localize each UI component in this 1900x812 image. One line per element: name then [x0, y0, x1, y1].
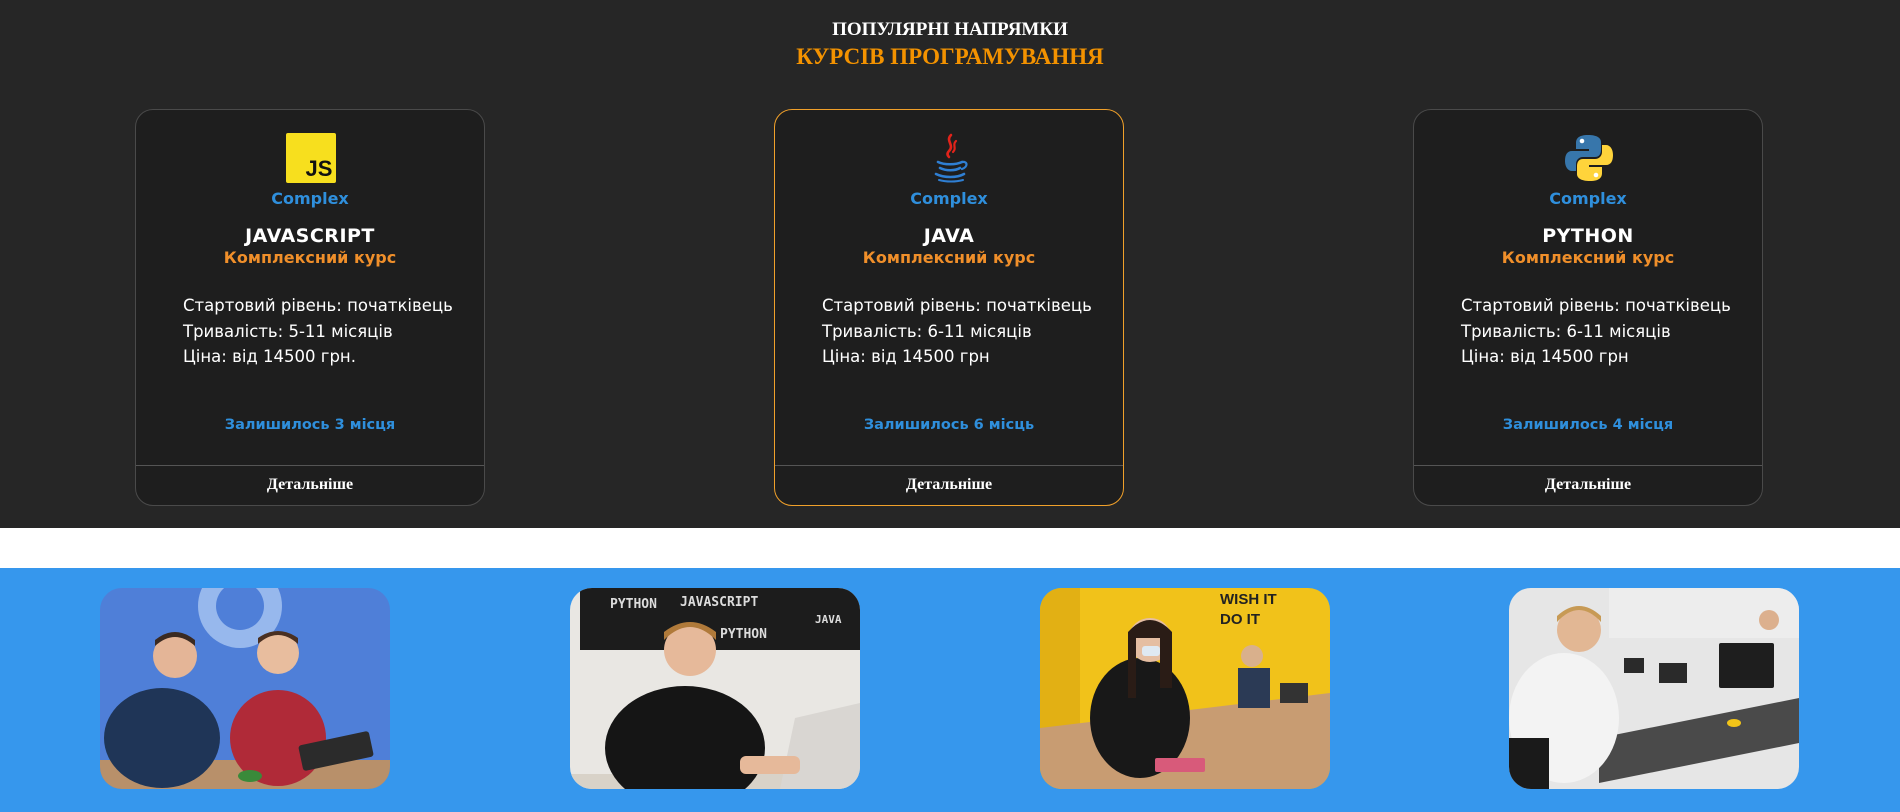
- photo-strip: PYTHON JAVASCRIPT PYTHON JAVA WISH IT DO…: [0, 568, 1900, 812]
- course-level: Стартовий рівень: початківець: [183, 296, 453, 315]
- course-duration: Тривалість: 6-11 місяців: [822, 321, 1032, 341]
- course-card-java[interactable]: Complex JAVA Комплексний курс Стартовий …: [774, 109, 1124, 506]
- course-title: JAVA: [923, 225, 975, 247]
- svg-text:WISH IT: WISH IT: [1220, 591, 1277, 608]
- course-title: PYTHON: [1542, 225, 1634, 247]
- seats-left: Залишилось 6 місць: [863, 417, 1035, 433]
- details-button[interactable]: Детальніше: [1414, 465, 1762, 505]
- svg-text:JAVASCRIPT: JAVASCRIPT: [680, 595, 758, 610]
- javascript-logo-icon: JS: [286, 133, 336, 183]
- seats-left: Залишилось 4 місця: [1502, 417, 1674, 433]
- svg-text:JAVA: JAVA: [815, 613, 842, 626]
- course-info: Стартовий рівень: початківець Тривалість…: [1461, 293, 1731, 370]
- heading-line-1: ПОПУЛЯРНІ НАПРЯМКИ: [832, 19, 1068, 40]
- students-photo-3: WISH IT DO IT: [1040, 588, 1330, 789]
- heading-line-2: КУРСІВ ПРОГРАМУВАННЯ: [796, 44, 1104, 69]
- course-subtitle: Комплексний курс: [223, 248, 397, 267]
- section-heading: ПОПУЛЯРНІ НАПРЯМКИ КУРСІВ ПРОГРАМУВАННЯ: [0, 18, 1900, 71]
- seats-left: Залишилось 3 місця: [224, 417, 396, 433]
- details-button[interactable]: Детальніше: [775, 465, 1123, 505]
- students-photo-4: [1509, 588, 1799, 789]
- course-subtitle: Комплексний курс: [862, 248, 1036, 267]
- course-tag: Complex: [271, 189, 349, 208]
- course-price: Ціна: від 14500 грн.: [183, 347, 356, 366]
- course-card-javascript[interactable]: JS Complex JAVASCRIPT Комплексний курс С…: [135, 109, 485, 506]
- course-price: Ціна: від 14500 грн: [822, 347, 990, 366]
- course-level: Стартовий рівень: початківець: [822, 296, 1092, 315]
- course-level: Стартовий рівень: початківець: [1461, 296, 1731, 315]
- white-spacer: [0, 528, 1900, 568]
- course-tag: Complex: [910, 189, 988, 208]
- details-button[interactable]: Детальніше: [136, 465, 484, 505]
- svg-text:DO IT: DO IT: [1220, 611, 1260, 628]
- students-photo-2: PYTHON JAVASCRIPT PYTHON JAVA: [570, 588, 860, 789]
- svg-text:PYTHON: PYTHON: [720, 627, 767, 642]
- course-card-python[interactable]: Complex PYTHON Комплексний курс Стартови…: [1413, 109, 1763, 506]
- course-duration: Тривалість: 6-11 місяців: [1461, 321, 1671, 341]
- students-photo-1: [100, 588, 390, 789]
- java-logo-icon: [925, 133, 975, 183]
- courses-section: ПОПУЛЯРНІ НАПРЯМКИ КУРСІВ ПРОГРАМУВАННЯ …: [0, 0, 1900, 528]
- svg-text:JS: JS: [306, 156, 333, 181]
- course-info: Стартовий рівень: початківець Тривалість…: [183, 293, 453, 370]
- course-duration: Тривалість: 5-11 місяців: [183, 321, 393, 341]
- course-tag: Complex: [1549, 189, 1627, 208]
- course-price: Ціна: від 14500 грн: [1461, 347, 1629, 366]
- python-logo-icon: [1564, 133, 1614, 183]
- course-info: Стартовий рівень: початківець Тривалість…: [822, 293, 1092, 370]
- svg-text:PYTHON: PYTHON: [610, 597, 657, 612]
- course-subtitle: Комплексний курс: [1501, 248, 1675, 267]
- course-title: JAVASCRIPT: [245, 225, 375, 247]
